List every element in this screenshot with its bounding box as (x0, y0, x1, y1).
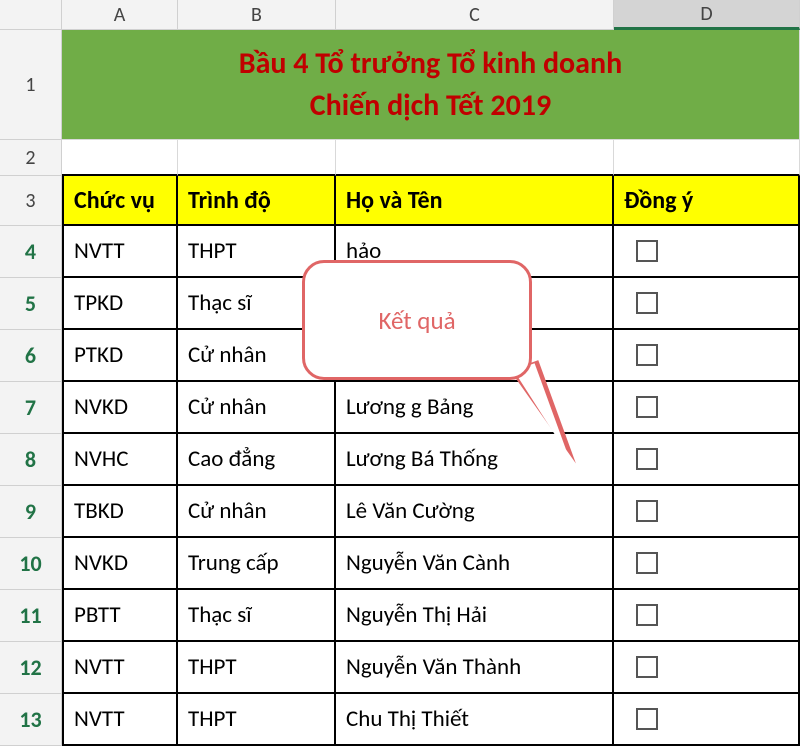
cell-chucvu[interactable]: NVTT (62, 226, 178, 278)
cell-dongy[interactable] (614, 642, 800, 694)
cell-chucvu[interactable]: NVHC (62, 434, 178, 486)
title-cell[interactable]: Bầu 4 Tổ trưởng Tổ kinh doanh Chiến dịch… (62, 30, 800, 140)
column-header-B[interactable]: B (178, 0, 336, 30)
row-header-10[interactable]: 10 (0, 538, 62, 590)
row-header-2[interactable]: 2 (0, 140, 62, 176)
cell-dongy[interactable] (614, 590, 800, 642)
table-row: 9TBKDCử nhânLê Văn Cường (0, 486, 800, 538)
row-header-3[interactable]: 3 (0, 176, 62, 226)
checkbox[interactable] (636, 708, 658, 730)
checkbox[interactable] (636, 552, 658, 574)
checkbox[interactable] (636, 448, 658, 470)
row-header-11[interactable]: 11 (0, 590, 62, 642)
header-dongy[interactable]: Đồng ý (614, 176, 800, 226)
cell-trinhdo[interactable]: Cao đẳng (178, 434, 336, 486)
cell-chucvu[interactable]: NVKD (62, 382, 178, 434)
cell-chucvu[interactable]: PBTT (62, 590, 178, 642)
cell-dongy[interactable] (614, 330, 800, 382)
cell-chucvu[interactable]: TPKD (62, 278, 178, 330)
checkbox[interactable] (636, 240, 658, 262)
cell-dongy[interactable] (614, 486, 800, 538)
cell-chucvu[interactable]: NVKD (62, 538, 178, 590)
cell-dongy[interactable] (614, 434, 800, 486)
row-header-6[interactable]: 6 (0, 330, 62, 382)
row-header-8[interactable]: 8 (0, 434, 62, 486)
header-trinhdo[interactable]: Trình độ (178, 176, 336, 226)
cell-dongy[interactable] (614, 538, 800, 590)
row-header-4[interactable]: 4 (0, 226, 62, 278)
checkbox[interactable] (636, 656, 658, 678)
cell-D2[interactable] (614, 140, 800, 176)
checkbox[interactable] (636, 396, 658, 418)
cell-trinhdo[interactable]: THPT (178, 642, 336, 694)
cell-hoten[interactable]: Nguyễn Thị Hải (336, 590, 614, 642)
cell-dongy[interactable] (614, 382, 800, 434)
cell-A2[interactable] (62, 140, 178, 176)
row-header-7[interactable]: 7 (0, 382, 62, 434)
title-line-2: Chiến dịch Tết 2019 (310, 85, 551, 127)
cell-C2[interactable] (336, 140, 614, 176)
cell-dongy[interactable] (614, 694, 800, 746)
table-row: 7NVKDCử nhânLương g Bảng (0, 382, 800, 434)
cell-chucvu[interactable]: NVTT (62, 694, 178, 746)
cell-hoten[interactable]: Lương g Bảng (336, 382, 614, 434)
table-row: 11PBTTThạc sĩNguyễn Thị Hải (0, 590, 800, 642)
callout-shape[interactable]: Kết quả (302, 260, 532, 380)
cell-chucvu[interactable]: PTKD (62, 330, 178, 382)
title-line-1: Bầu 4 Tổ trưởng Tổ kinh doanh (239, 43, 622, 85)
cell-trinhdo[interactable]: THPT (178, 694, 336, 746)
cell-hoten[interactable]: Nguyễn Văn Cành (336, 538, 614, 590)
header-chucvu[interactable]: Chức vụ (62, 176, 178, 226)
cell-chucvu[interactable]: TBKD (62, 486, 178, 538)
callout-text: Kết quả (378, 305, 455, 336)
cell-hoten[interactable]: Chu Thị Thiết (336, 694, 614, 746)
row-header-13[interactable]: 13 (0, 694, 62, 746)
row-header-5[interactable]: 5 (0, 278, 62, 330)
row-1: 1 Bầu 4 Tổ trưởng Tổ kinh doanh Chiến dị… (0, 30, 800, 140)
checkbox[interactable] (636, 292, 658, 314)
row-header-9[interactable]: 9 (0, 486, 62, 538)
cell-dongy[interactable] (614, 226, 800, 278)
table-row: 13NVTTTHPTChu Thị Thiết (0, 694, 800, 746)
cell-dongy[interactable] (614, 278, 800, 330)
table-row: 12NVTTTHPTNguyễn Văn Thành (0, 642, 800, 694)
cell-hoten[interactable]: Lê Văn Cường (336, 486, 614, 538)
cell-trinhdo[interactable]: Cử nhân (178, 382, 336, 434)
cell-hoten[interactable]: Nguyễn Văn Thành (336, 642, 614, 694)
checkbox[interactable] (636, 604, 658, 626)
cell-trinhdo[interactable]: Cử nhân (178, 486, 336, 538)
cell-trinhdo[interactable]: Trung cấp (178, 538, 336, 590)
checkbox[interactable] (636, 500, 658, 522)
checkbox[interactable] (636, 344, 658, 366)
table-row: 8NVHCCao đẳngLương Bá Thống (0, 434, 800, 486)
column-header-A[interactable]: A (62, 0, 178, 30)
header-hoten[interactable]: Họ và Tên (336, 176, 614, 226)
row-2: 2 (0, 140, 800, 176)
table-row: 10NVKDTrung cấpNguyễn Văn Cành (0, 538, 800, 590)
select-all-corner[interactable] (0, 0, 62, 30)
column-header-row: A B C D (0, 0, 800, 30)
row-header-1[interactable]: 1 (0, 30, 62, 140)
cell-trinhdo[interactable]: Thạc sĩ (178, 590, 336, 642)
cell-chucvu[interactable]: NVTT (62, 642, 178, 694)
row-header-12[interactable]: 12 (0, 642, 62, 694)
column-header-C[interactable]: C (336, 0, 614, 30)
cell-B2[interactable] (178, 140, 336, 176)
column-header-D[interactable]: D (614, 0, 800, 30)
row-3: 3 Chức vụ Trình độ Họ và Tên Đồng ý (0, 176, 800, 226)
